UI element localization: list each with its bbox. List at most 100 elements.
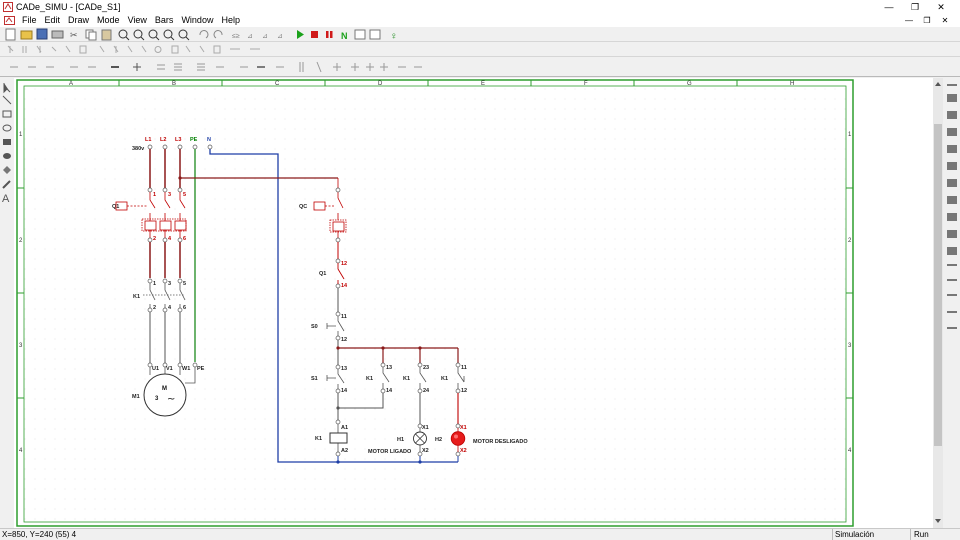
menu-window[interactable]: Window — [177, 14, 217, 27]
zoom-out-icon[interactable] — [133, 29, 145, 41]
k1-bottom-terminal-2: 2 — [153, 305, 156, 311]
mdi-close-button[interactable]: ✕ — [936, 14, 954, 27]
open-file-icon[interactable] — [20, 30, 33, 40]
zoom-previous-icon[interactable] — [178, 29, 190, 41]
mdi-minimize-button[interactable]: — — [900, 14, 918, 27]
menu-draw[interactable]: Draw — [64, 14, 93, 27]
label-n: N — [207, 137, 211, 143]
palette-icons[interactable] — [947, 84, 957, 329]
zoom-window-icon[interactable] — [163, 29, 175, 41]
aux3-terminal-12: 12 — [461, 388, 467, 394]
paste-icon[interactable] — [101, 29, 112, 41]
s0-terminal-12: 12 — [341, 337, 347, 343]
aux1-terminal-14: 14 — [386, 388, 393, 394]
screenshot-icon[interactable] — [354, 29, 366, 40]
select-arrow-icon[interactable] — [3, 83, 11, 94]
voltage-label: 380v — [132, 146, 145, 152]
fill-tool-icon[interactable] — [3, 166, 11, 174]
motor-terminal-u1: U1 — [152, 366, 159, 372]
cut-icon[interactable]: ✂ — [70, 30, 78, 40]
menu-view[interactable]: View — [124, 14, 151, 27]
svg-text:A: A — [2, 193, 10, 205]
lamp-h1-text: MOTOR LIGADO — [368, 449, 412, 455]
motor-terminal-pe: PE — [197, 366, 205, 372]
redo-icon[interactable] — [213, 30, 223, 39]
schematic-svg[interactable]: A B C D E F G H 1 2 3 4 1 2 3 4 L1 L2 L3 — [14, 78, 933, 528]
status-bar: X=850, Y=240 (55) 4 Simulación Run — [0, 528, 960, 540]
lamp-h2-text: MOTOR DESLIGADO — [473, 439, 528, 445]
zoom-in-icon[interactable] — [118, 29, 130, 41]
symbols-toolbar-icons[interactable] — [0, 42, 960, 57]
contactor-k1-label: K1 — [133, 294, 140, 300]
print-icon[interactable] — [51, 30, 64, 39]
play-icon[interactable] — [297, 30, 304, 39]
text-tool-icon[interactable]: A — [2, 193, 10, 205]
aux3-terminal-11: 11 — [461, 365, 467, 371]
zoom-fit-icon[interactable] — [148, 29, 160, 41]
label-pe: PE — [190, 137, 198, 143]
aux2-terminal-23: 23 — [423, 365, 429, 371]
h2-terminal-x2: X2 — [460, 448, 467, 454]
symbols-toolbar — [0, 42, 960, 57]
lamp-h2-label: H2 — [435, 437, 442, 443]
s1-terminal-14: 14 — [341, 388, 348, 394]
help-icon[interactable]: ♀ — [390, 31, 398, 42]
pause-icon[interactable] — [326, 31, 333, 38]
main-toolbar: ✂ ≤≥ ⊿ ⊿ ⊿ N ♀ — [0, 27, 960, 42]
svg-text:⊿: ⊿ — [277, 33, 283, 40]
q1-terminal-14: 14 — [341, 283, 348, 289]
aux2-terminal-24: 24 — [423, 388, 430, 394]
coil-k1-label: K1 — [315, 436, 322, 442]
label-l3: L3 — [175, 137, 181, 143]
start-button-s1-label: S1 — [311, 376, 318, 382]
step-icon[interactable]: N — [341, 31, 348, 41]
menu-mode[interactable]: Mode — [93, 14, 124, 27]
wiring-toolbar — [0, 57, 960, 77]
screenshot-icon-2[interactable] — [369, 29, 381, 40]
col-b: B — [172, 81, 176, 87]
drawing-canvas[interactable]: A B C D E F G H 1 2 3 4 1 2 3 4 L1 L2 L3 — [14, 78, 933, 528]
menu-help[interactable]: Help — [217, 14, 244, 27]
filled-rect-tool-icon[interactable] — [3, 139, 11, 145]
q1-bottom-terminal-6: 6 — [183, 236, 186, 242]
minimize-button[interactable]: — — [876, 0, 902, 14]
menu-edit[interactable]: Edit — [41, 14, 65, 27]
flip-icon[interactable]: ⊿ — [277, 33, 283, 40]
undo-icon[interactable] — [199, 30, 209, 39]
align-icon[interactable]: ≤≥ — [232, 33, 240, 40]
coil-terminal-a1: A1 — [341, 425, 348, 431]
filled-ellipse-tool-icon[interactable] — [3, 153, 11, 159]
pen-tool-icon[interactable] — [2, 180, 11, 189]
menu-bars[interactable]: Bars — [151, 14, 178, 27]
motor-m1-label: M1 — [132, 394, 140, 400]
document-icon — [4, 16, 15, 25]
cursor-coordinates: X=850, Y=240 (55) 4 — [2, 530, 77, 539]
svg-text:⊿: ⊿ — [262, 33, 268, 40]
ellipse-tool-icon[interactable] — [2, 124, 12, 132]
svg-text:N: N — [341, 31, 348, 41]
new-file-icon[interactable] — [5, 28, 16, 41]
maximize-button[interactable]: ❐ — [902, 0, 928, 14]
save-icon[interactable] — [36, 28, 48, 40]
status-mode: Simulación — [832, 529, 902, 540]
line-tool-icon[interactable] — [2, 95, 12, 105]
close-button[interactable]: ✕ — [928, 0, 954, 14]
component-palette — [933, 78, 960, 528]
rotate-icon[interactable]: ⊿ — [262, 33, 268, 40]
menu-file[interactable]: File — [18, 14, 41, 27]
scrollbar-thumb[interactable] — [934, 124, 942, 446]
mdi-restore-button[interactable]: ❐ — [918, 14, 936, 27]
col-d: D — [378, 81, 383, 87]
title-bar: CADe_SIMU - [CADe_S1] — ❐ ✕ — [0, 0, 960, 14]
q1-bottom-terminal-2: 2 — [153, 236, 156, 242]
k1-bottom-terminal-6: 6 — [183, 305, 186, 311]
q1-top-terminal-3: 3 — [168, 192, 171, 198]
motor-terminal-w1: W1 — [182, 366, 190, 372]
copy-icon[interactable] — [85, 29, 97, 41]
wiring-toolbar-icons[interactable] — [0, 57, 960, 77]
col-c: C — [275, 81, 280, 87]
mirror-icon[interactable]: ⊿ — [247, 33, 253, 40]
stop-icon[interactable] — [311, 31, 318, 38]
label-l2: L2 — [160, 137, 166, 143]
rectangle-tool-icon[interactable] — [2, 110, 12, 118]
